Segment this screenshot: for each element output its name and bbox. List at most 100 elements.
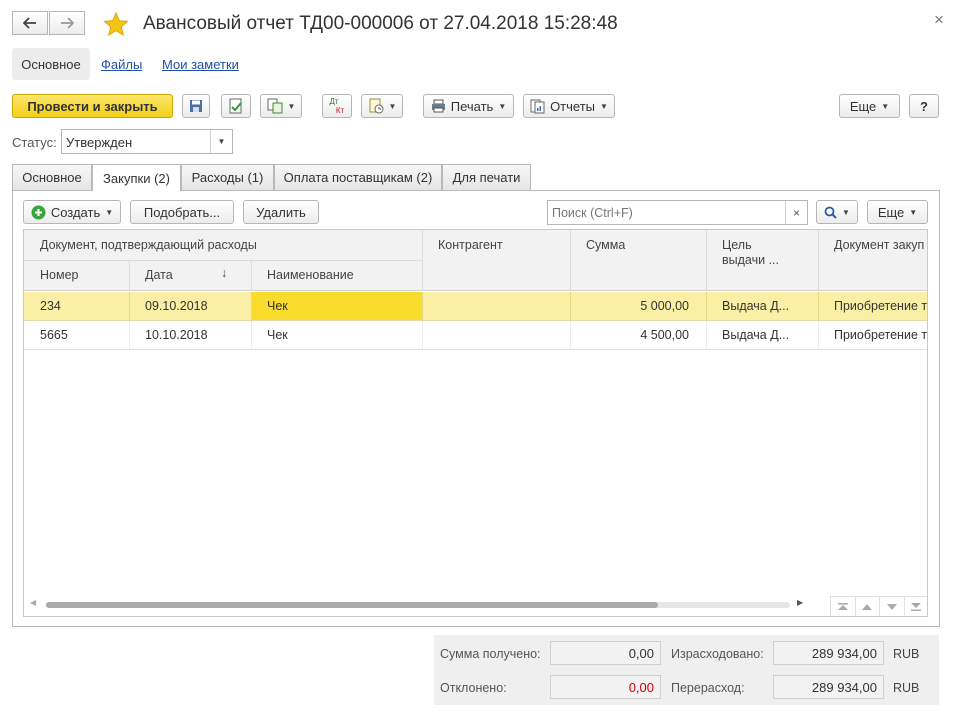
- post-document-icon: [229, 98, 242, 114]
- status-dropdown-toggle[interactable]: ▼: [210, 130, 232, 153]
- tab-purchases[interactable]: Закупки (2): [92, 164, 181, 191]
- received-label: Сумма получено:: [440, 647, 541, 661]
- cell-number[interactable]: 234: [40, 299, 61, 313]
- close-icon[interactable]: ×: [934, 10, 944, 30]
- column-header-name[interactable]: Наименование: [267, 268, 354, 282]
- column-header-counterparty[interactable]: Контрагент: [438, 238, 503, 252]
- post-and-close-button[interactable]: Провести и закрыть: [12, 94, 173, 118]
- clear-icon: ×: [792, 205, 800, 220]
- cell-sum[interactable]: 4 500,00: [576, 328, 689, 342]
- cell-purchase-doc[interactable]: Приобретение т: [834, 328, 927, 342]
- table-more-button[interactable]: Еще ▼: [867, 200, 928, 224]
- tab-supplier-payments[interactable]: Оплата поставщикам (2): [274, 164, 442, 190]
- move-first-icon: [837, 602, 848, 610]
- tab-for-print[interactable]: Для печати: [442, 164, 531, 190]
- column-header-sum[interactable]: Сумма: [586, 238, 625, 252]
- nav-notes-link[interactable]: Мои заметки: [162, 57, 239, 72]
- rejected-value-field: 0,00: [550, 675, 661, 699]
- reports-icon: [530, 99, 545, 113]
- move-last-button[interactable]: [905, 597, 928, 616]
- pick-button[interactable]: Подобрать...: [130, 200, 234, 224]
- search-options-button[interactable]: ▼: [816, 200, 858, 224]
- cell-sum[interactable]: 5 000,00: [576, 299, 689, 313]
- nav-main-label: Основное: [21, 56, 81, 72]
- nav-main-tab[interactable]: Основное: [12, 48, 90, 80]
- table-row[interactable]: 5665 10.10.2018 Чек 4 500,00 Выдача Д...…: [24, 321, 927, 350]
- column-header-number[interactable]: Номер: [40, 268, 78, 282]
- cell-date[interactable]: 10.10.2018: [145, 328, 208, 342]
- delete-button[interactable]: Удалить: [243, 200, 319, 224]
- move-down-button[interactable]: [880, 597, 905, 616]
- chevron-down-icon: ▼: [842, 207, 850, 217]
- cell-date[interactable]: 09.10.2018: [145, 299, 208, 313]
- cell-purpose[interactable]: Выдача Д...: [722, 328, 812, 342]
- plus-circle-icon: [31, 205, 46, 219]
- save-button[interactable]: [182, 94, 210, 118]
- reports-button[interactable]: Отчеты ▼: [523, 94, 615, 118]
- magnifier-icon: [824, 206, 837, 219]
- move-up-button[interactable]: [856, 597, 880, 616]
- delete-label: Удалить: [256, 204, 306, 220]
- rejected-value: 0,00: [628, 680, 654, 695]
- scroll-left-icon[interactable]: ◀: [30, 598, 36, 607]
- clear-search-button[interactable]: ×: [785, 201, 807, 224]
- move-first-button[interactable]: [831, 597, 856, 616]
- dtkt-credit-text: Кт: [335, 106, 345, 115]
- status-value: Утвержден: [66, 135, 133, 150]
- received-value: 0,00: [628, 646, 654, 661]
- back-button[interactable]: [12, 11, 48, 35]
- spent-label: Израсходовано:: [671, 647, 764, 661]
- chevron-down-icon: ▼: [600, 101, 608, 111]
- horizontal-scrollbar[interactable]: ◀ ▶: [28, 598, 808, 612]
- overspend-currency: RUB: [893, 681, 920, 695]
- scrollbar-thumb[interactable]: [46, 602, 658, 608]
- column-header-date[interactable]: Дата: [145, 268, 173, 282]
- create-button[interactable]: Создать ▼: [23, 200, 121, 224]
- cell-purpose[interactable]: Выдача Д...: [722, 299, 812, 313]
- sort-arrow-icon: ↓: [221, 266, 228, 280]
- move-up-icon: [862, 603, 873, 610]
- create-based-on-button[interactable]: ▼: [260, 94, 302, 118]
- cell-name[interactable]: Чек: [267, 328, 288, 342]
- nav-files-link[interactable]: Файлы: [101, 57, 142, 72]
- print-label: Печать: [450, 98, 494, 114]
- scroll-right-icon[interactable]: ▶: [797, 598, 803, 607]
- help-button[interactable]: ?: [909, 94, 939, 118]
- column-header-purpose[interactable]: Цель выдачи ...: [722, 238, 798, 268]
- search-input[interactable]: [548, 201, 784, 224]
- status-select[interactable]: Утвержден ▼: [61, 129, 233, 154]
- overspend-value-field: 289 934,00: [773, 675, 884, 699]
- dtkt-button[interactable]: Дт Кт: [322, 94, 352, 118]
- status-label: Статус:: [12, 135, 57, 150]
- related-documents-button[interactable]: ▼: [361, 94, 403, 118]
- tab-main[interactable]: Основное: [12, 164, 92, 190]
- spent-value: 289 934,00: [811, 646, 877, 661]
- table-row[interactable]: 234 09.10.2018 Чек 5 000,00 Выдача Д... …: [24, 292, 927, 321]
- search-field[interactable]: ×: [547, 200, 808, 225]
- dtkt-debit-text: Дт: [329, 97, 339, 106]
- column-group-header: Документ, подтверждающий расходы: [40, 238, 257, 252]
- move-last-icon: [911, 602, 922, 611]
- cell-name[interactable]: Чек: [267, 299, 288, 313]
- floppy-disk-icon: [190, 100, 202, 112]
- table-more-label: Еще: [877, 204, 905, 220]
- chevron-down-icon: ▼: [498, 101, 507, 111]
- post-button[interactable]: [221, 94, 251, 118]
- post-and-close-label: Провести и закрыть: [27, 98, 158, 114]
- print-button[interactable]: Печать ▼: [423, 94, 514, 118]
- chevron-down-icon: ▼: [105, 207, 114, 217]
- tab-expenses[interactable]: Расходы (1): [181, 164, 274, 190]
- more-actions-label: Еще: [849, 98, 877, 114]
- cell-number[interactable]: 5665: [40, 328, 68, 342]
- more-actions-button[interactable]: Еще ▼: [839, 94, 900, 118]
- chevron-down-icon: ▼: [217, 137, 226, 146]
- forward-button[interactable]: [49, 11, 85, 35]
- tab-main-label: Основное: [22, 170, 82, 185]
- window-title: Авансовый отчет ТД00-000006 от 27.04.201…: [143, 13, 618, 34]
- move-down-icon: [886, 603, 897, 610]
- column-header-purchase-doc[interactable]: Документ закуп: [834, 238, 924, 252]
- favorite-star-icon[interactable]: [103, 11, 129, 39]
- cell-purchase-doc[interactable]: Приобретение т: [834, 299, 927, 313]
- received-value-field: 0,00: [550, 641, 661, 665]
- chevron-down-icon: ▼: [881, 101, 890, 111]
